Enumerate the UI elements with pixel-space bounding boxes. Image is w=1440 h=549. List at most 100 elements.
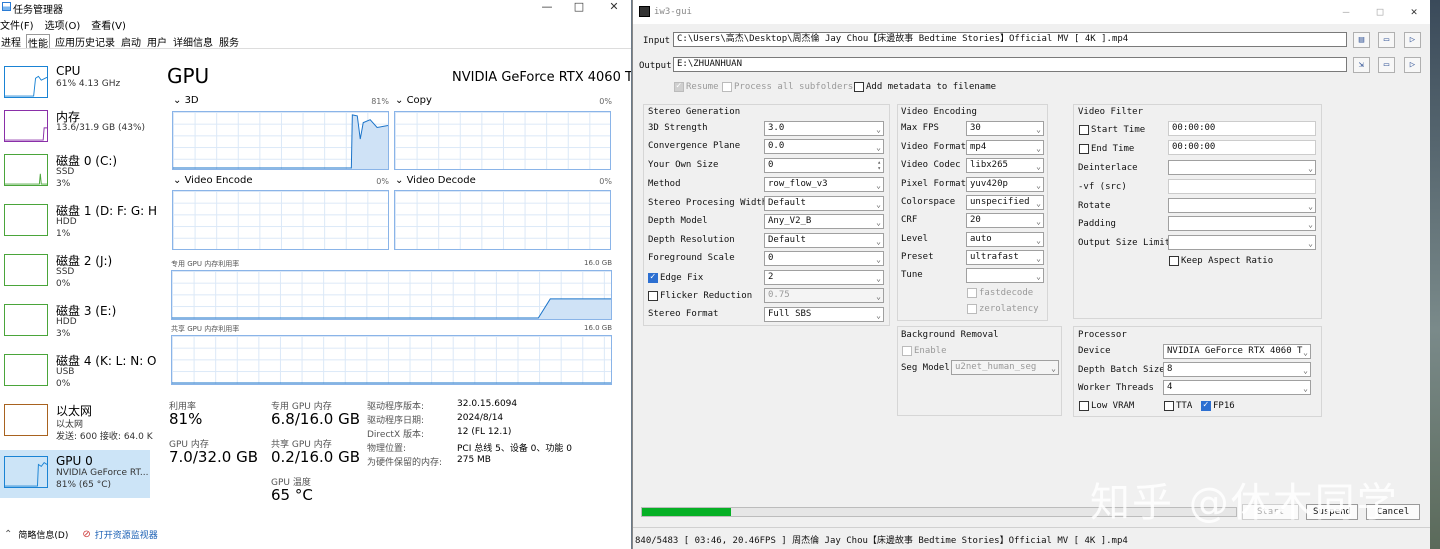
folder-icon[interactable]: ▭	[1378, 57, 1395, 73]
menu-options[interactable]: 选项(O)	[45, 17, 81, 32]
zerolatency-checkbox[interactable]	[967, 304, 977, 314]
end-time-checkbox[interactable]	[1079, 144, 1089, 154]
max-fps-select[interactable]: 30 ⌄	[966, 121, 1044, 136]
resume-checkbox[interactable]	[674, 81, 684, 92]
start-time-checkbox[interactable]	[1079, 125, 1089, 135]
sidebar-item-ethernet[interactable]: 以太网 以太网 发送: 600 接收: 64.0 K	[0, 402, 153, 450]
keep-aspect-checkbox[interactable]	[1169, 256, 1179, 266]
sidebar-item-disk-1[interactable]: 磁盘 1 (D: F: G: H HDD 1%	[0, 202, 157, 250]
depth-batch-size-select[interactable]: 8 ⌄	[1163, 362, 1311, 377]
sidebar-item-disk-3[interactable]: 磁盘 3 (E:) HDD 3%	[0, 302, 150, 350]
sidebar-item-disk-4[interactable]: 磁盘 4 (K: L: N: O USB 0%	[0, 352, 157, 400]
open-resource-monitor-link[interactable]: 打开资源监视器	[95, 528, 158, 541]
edge-fix-select[interactable]: 2 ⌄	[764, 270, 884, 285]
chevron-up-icon[interactable]: ⌃	[4, 529, 12, 540]
tab-details[interactable]: 详细信息	[172, 34, 214, 49]
disk-mini-graph	[4, 154, 48, 186]
edge-fix-checkbox[interactable]	[648, 272, 658, 283]
deinterlace-select[interactable]: ⌄	[1168, 160, 1316, 175]
3d-strength-select[interactable]: 3.0 ⌄	[764, 121, 884, 136]
maximize-button[interactable]: □	[566, 0, 592, 13]
sidebar-label: CPU	[56, 64, 81, 78]
keep-aspect-label: Keep Aspect Ratio	[1181, 256, 1274, 266]
depth-resolution-select[interactable]: Default ⌄	[764, 233, 884, 248]
minimize-button[interactable]: —	[1333, 5, 1359, 18]
menu-view[interactable]: 查看(V)	[91, 17, 126, 32]
brief-info-link[interactable]: 简略信息(D)	[18, 528, 68, 541]
padding-select[interactable]: ⌄	[1168, 216, 1316, 231]
sidebar-label: GPU 0	[56, 454, 93, 468]
low-vram-label: Low VRAM	[1091, 401, 1135, 411]
end-time-input[interactable]: 00:00:00	[1168, 140, 1316, 155]
vf-src-input[interactable]	[1168, 179, 1316, 194]
output-path-field[interactable]: E:\ZHUANHUAN	[673, 57, 1347, 72]
save-icon[interactable]: ▤	[1353, 32, 1370, 48]
field-label: Padding	[1078, 219, 1116, 229]
depth-model-select[interactable]: Any_V2_B ⌄	[764, 214, 884, 229]
detail-value: 2024/8/14	[457, 413, 504, 423]
tab-users[interactable]: 用户	[146, 34, 168, 49]
spinner-arrows-icon[interactable]: ▴ ▾	[877, 160, 881, 172]
sidebar-item-disk-0[interactable]: 磁盘 0 (C:) SSD 3%	[0, 152, 150, 200]
tab-app-history[interactable]: 应用历史记录	[54, 34, 116, 49]
flicker-reduction-select[interactable]: 0.75 ⌄	[764, 288, 884, 303]
video-format-select[interactable]: mp4 ⌄	[966, 140, 1044, 155]
tab-services[interactable]: 服务	[218, 34, 240, 49]
minimize-button[interactable]: —	[534, 0, 560, 13]
preset-select[interactable]: ultrafast ⌄	[966, 250, 1044, 265]
bg-enable-checkbox[interactable]	[902, 346, 912, 356]
shared-memory-max: 16.0 GB	[584, 324, 613, 332]
fp16-checkbox[interactable]	[1201, 400, 1211, 411]
output-size-limit-select[interactable]: ⌄	[1168, 235, 1316, 250]
zerolatency-label: zerolatency	[979, 304, 1039, 314]
field-label: Your Own Size	[648, 160, 719, 170]
device-select[interactable]: NVIDIA GeForce RTX 4060 T ⌄	[1163, 344, 1311, 359]
tab-performance[interactable]: 性能	[26, 34, 50, 50]
play-icon[interactable]: ▷	[1404, 32, 1421, 48]
start-time-input[interactable]: 00:00:00	[1168, 121, 1316, 136]
seg-model-select[interactable]: u2net_human_seg ⌄	[951, 360, 1059, 375]
method-select[interactable]: row_flow_v3 ⌄	[764, 177, 884, 192]
metadata-checkbox[interactable]	[854, 82, 864, 92]
colorspace-select[interactable]: unspecified ⌄	[966, 195, 1044, 210]
sidebar-item-memory[interactable]: 内存 13.6/31.9 GB (43%)	[0, 108, 150, 156]
fastdecode-checkbox[interactable]	[967, 288, 977, 298]
chevron-down-icon: ⌄	[1303, 366, 1308, 375]
flicker-reduction-checkbox[interactable]	[648, 291, 658, 301]
field-label: Max FPS	[901, 123, 939, 133]
foreground-scale-select[interactable]: 0 ⌄	[764, 251, 884, 266]
field-label: Video Codec	[901, 160, 961, 170]
worker-threads-select[interactable]: 4 ⌄	[1163, 380, 1311, 395]
desktop-background	[1430, 0, 1440, 549]
menu-file[interactable]: 文件(F)	[0, 17, 34, 32]
task-manager-window: 任务管理器 — □ ✕ 文件(F) 选项(O) 查看(V) 进程 性能 应用历史…	[0, 0, 631, 549]
chevron-down-icon: ⌄	[876, 274, 881, 283]
tab-startup[interactable]: 启动	[120, 34, 142, 49]
input-path-field[interactable]: C:\Users\高杰\Desktop\周杰倫 Jay Chou【床邊故事 Be…	[673, 32, 1347, 47]
close-button[interactable]: ✕	[1401, 5, 1427, 18]
play-icon[interactable]: ▷	[1404, 57, 1421, 73]
own-size-spinner[interactable]: 0 ▴ ▾	[764, 158, 884, 173]
crf-select[interactable]: 20 ⌄	[966, 213, 1044, 228]
field-label: Preset	[901, 252, 934, 262]
video-codec-select[interactable]: libx265 ⌄	[966, 158, 1044, 173]
low-vram-checkbox[interactable]	[1079, 401, 1089, 411]
folder-icon[interactable]: ▭	[1378, 32, 1395, 48]
sidebar-item-disk-2[interactable]: 磁盘 2 (J:) SSD 0%	[0, 252, 150, 300]
level-select[interactable]: auto ⌄	[966, 232, 1044, 247]
stereo-format-select[interactable]: Full SBS ⌄	[764, 307, 884, 322]
tta-checkbox[interactable]	[1164, 401, 1174, 411]
rotate-select[interactable]: ⌄	[1168, 198, 1316, 213]
pixel-format-select[interactable]: yuv420p ⌄	[966, 177, 1044, 192]
sidebar-item-gpu-0[interactable]: GPU 0 NVIDIA GeForce RT... 81% (65 °C)	[0, 450, 150, 498]
export-icon[interactable]: ⇲	[1353, 57, 1370, 73]
tab-processes[interactable]: 进程	[0, 34, 22, 49]
tune-select[interactable]: ⌄	[966, 268, 1044, 283]
close-button[interactable]: ✕	[601, 0, 627, 13]
maximize-button[interactable]: □	[1367, 5, 1393, 18]
sidebar-item-cpu[interactable]: CPU 61% 4.13 GHz	[0, 64, 150, 112]
stereo-width-select[interactable]: Default ⌄	[764, 196, 884, 211]
convergence-plane-select[interactable]: 0.0 ⌄	[764, 139, 884, 154]
subfolders-checkbox[interactable]	[722, 82, 732, 92]
watermark: 知乎 @休木同学	[1090, 480, 1399, 526]
